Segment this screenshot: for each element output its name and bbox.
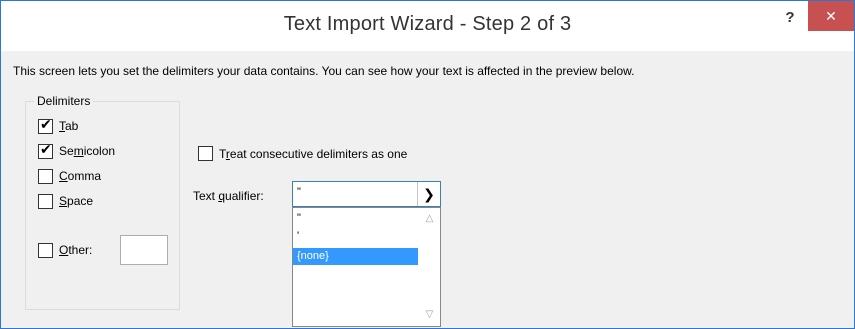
other-delimiter-input[interactable]: [120, 235, 168, 265]
semicolon-checkbox[interactable]: [38, 142, 53, 159]
tab-label: Tab: [59, 119, 79, 133]
treat-consecutive-row[interactable]: Treat consecutive delimiters as one: [198, 146, 407, 161]
semicolon-checkbox-row[interactable]: Semicolon: [38, 142, 115, 160]
text-qualifier-dropdown-list: " ' {none} △ ▽: [292, 207, 441, 327]
scroll-down-icon[interactable]: ▽: [419, 306, 440, 324]
text-qualifier-label: Text qualifier:: [193, 189, 264, 203]
text-qualifier-select[interactable]: " ❯: [292, 181, 441, 207]
intro-text: This screen lets you set the delimiters …: [13, 64, 635, 78]
dialog-content: This screen lets you set the delimiters …: [1, 51, 854, 328]
chevron-down-icon[interactable]: ❯: [417, 182, 440, 206]
delimiters-group-title: Delimiters: [34, 94, 94, 108]
space-checkbox-row[interactable]: Space: [38, 192, 93, 210]
comma-checkbox-row[interactable]: Comma: [38, 167, 101, 185]
delimiters-group: Delimiters Tab Semicolon Comma Space: [25, 94, 180, 310]
semicolon-label: Semicolon: [59, 144, 116, 158]
dropdown-option-single-quote[interactable]: ': [293, 228, 418, 245]
dropdown-option-double-quote[interactable]: ": [293, 210, 418, 227]
dropdown-scrollbar[interactable]: △ ▽: [419, 208, 440, 326]
comma-checkbox[interactable]: [38, 168, 53, 184]
tab-checkbox[interactable]: [38, 117, 53, 134]
close-button[interactable]: ✕: [808, 1, 854, 31]
other-label: Other:: [59, 243, 93, 257]
help-button[interactable]: ?: [781, 7, 799, 29]
scroll-up-icon[interactable]: △: [419, 210, 440, 228]
other-checkbox[interactable]: [38, 242, 53, 258]
treat-consecutive-label: Treat consecutive delimiters as one: [219, 146, 408, 161]
space-label: Space: [59, 194, 94, 208]
dialog-title: Text Import Wizard - Step 2 of 3: [283, 13, 572, 35]
title-bar: Text Import Wizard - Step 2 of 3 ? ✕: [1, 1, 854, 51]
comma-label: Comma: [59, 169, 102, 183]
space-checkbox[interactable]: [38, 193, 53, 209]
other-checkbox-row[interactable]: Other:: [38, 241, 92, 259]
text-qualifier-value: ": [297, 186, 301, 198]
text-import-wizard-dialog: Text Import Wizard - Step 2 of 3 ? ✕ Thi…: [0, 0, 855, 329]
treat-consecutive-checkbox[interactable]: [198, 146, 213, 161]
tab-checkbox-row[interactable]: Tab: [38, 117, 78, 135]
dropdown-option-none[interactable]: {none}: [293, 248, 418, 265]
close-icon: ✕: [825, 8, 837, 24]
